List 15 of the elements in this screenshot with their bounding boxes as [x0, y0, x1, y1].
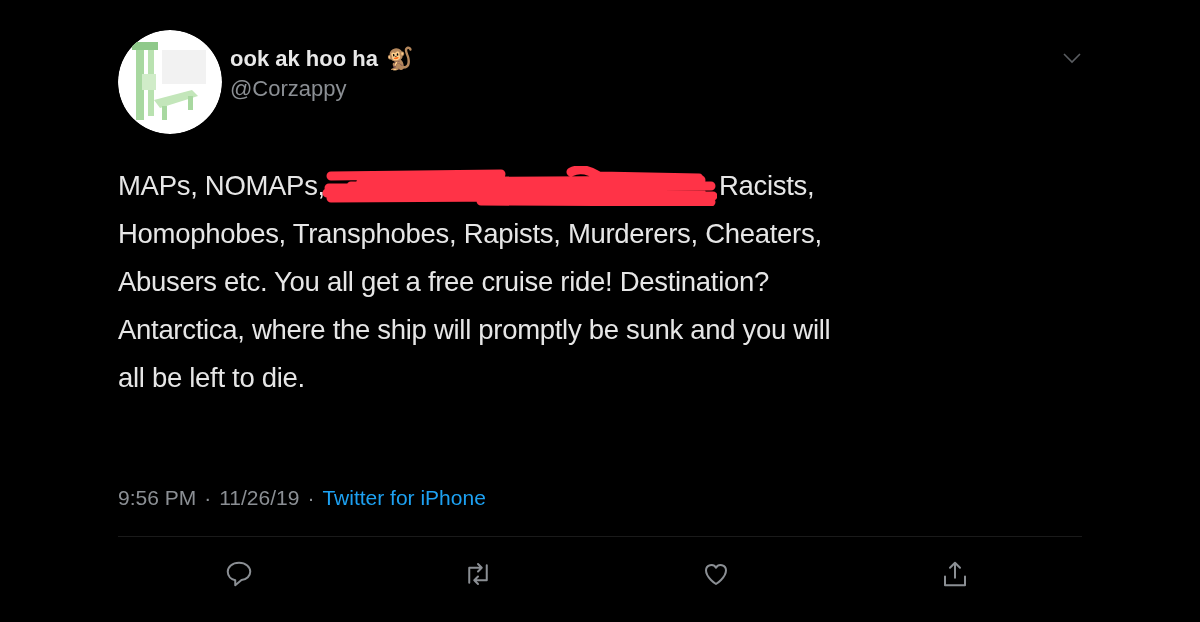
tweet-text: Abusers etc. You all get a free cruise ride! Destination?	[118, 265, 770, 299]
tweet-text: Antarctica, where the ship will promptly be sunk and you will	[118, 313, 832, 347]
user-handle[interactable]: @Corzappy	[230, 76, 413, 103]
separator-dot: ·	[204, 485, 212, 511]
display-name[interactable]: ook ak hoo ha	[230, 46, 378, 73]
source-link[interactable]: Twitter for iPhone	[322, 482, 486, 514]
emoji: 🐒	[385, 46, 413, 73]
tweet-text: Racists,	[718, 169, 815, 203]
timestamp: 9:56 PM	[118, 485, 197, 511]
tweet-text: MAPs, NOMAPs,	[118, 169, 325, 203]
date: 11/26/19	[219, 485, 300, 511]
chevron-down-icon[interactable]	[1062, 52, 1082, 64]
tweet-text: all be left to die.	[118, 361, 306, 395]
tweet-text: Homophobes, Transphobes, Rapists, Murderers, Cheaters,	[118, 217, 823, 251]
separator-dot: ·	[307, 485, 315, 511]
